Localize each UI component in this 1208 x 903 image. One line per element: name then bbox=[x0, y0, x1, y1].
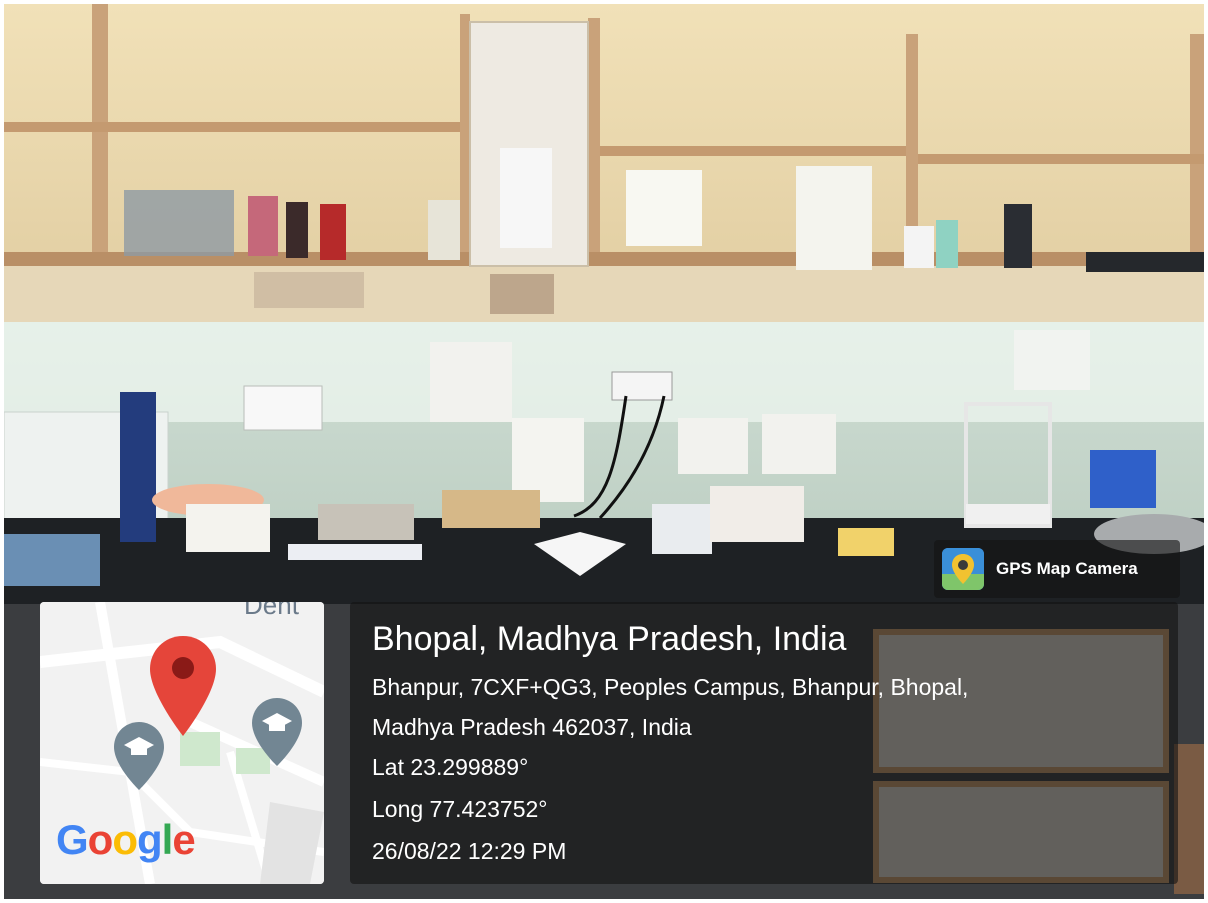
address-line-2: Madhya Pradesh 462037, India bbox=[372, 714, 692, 740]
gps-map-camera-icon bbox=[942, 548, 984, 590]
map-thumbnail: Dent Google bbox=[40, 602, 324, 884]
location-title: Bhopal, Madhya Pradesh, India bbox=[372, 620, 847, 658]
timestamp: 26/08/22 12:29 PM bbox=[372, 838, 567, 864]
map-partial-label: Dent bbox=[244, 602, 299, 620]
location-info-panel: Bhopal, Madhya Pradesh, India Bhanpur, 7… bbox=[350, 602, 1178, 884]
address-line-1: Bhanpur, 7CXF+QG3, Peoples Campus, Bhanp… bbox=[372, 674, 969, 700]
google-logo: Google bbox=[56, 816, 196, 863]
school-place-icon bbox=[114, 722, 164, 790]
app-badge: GPS Map Camera bbox=[934, 540, 1180, 598]
longitude: Long 77.423752° bbox=[372, 796, 548, 822]
lab-photo: Dent Google GPS Map Camera Bhopal, Madhy… bbox=[4, 4, 1204, 899]
school-place-icon bbox=[252, 698, 302, 766]
app-name: GPS Map Camera bbox=[996, 559, 1138, 578]
latitude: Lat 23.299889° bbox=[372, 754, 529, 780]
